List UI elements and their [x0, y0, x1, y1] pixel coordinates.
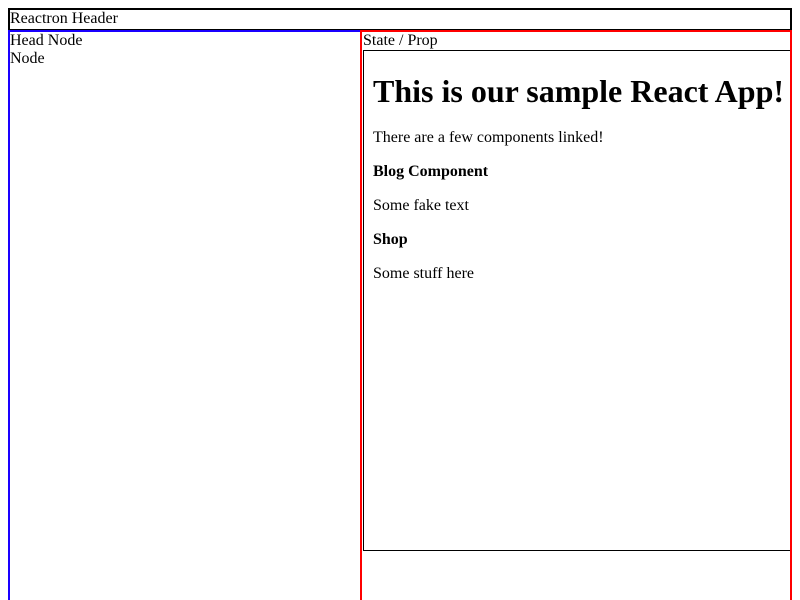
preview-heading: This is our sample React App!: [373, 73, 785, 109]
state-prop-tab[interactable]: State / Prop: [362, 32, 790, 50]
preview-intro: There are a few components linked!: [373, 129, 604, 146]
app-header: Reactron Header: [8, 8, 792, 31]
shop-component-text: Some stuff here: [373, 265, 475, 282]
blog-component-text: Some fake text: [373, 197, 469, 214]
shop-component-title: Shop: [373, 231, 408, 248]
component-tree-pane: Head Node Node: [8, 30, 362, 600]
tree-node-head[interactable]: Head Node: [10, 32, 360, 50]
tree-node-child[interactable]: Node: [10, 50, 360, 68]
blog-component-title: Blog Component: [373, 163, 489, 180]
state-prop-pane: State / Prop This is our sample React Ap…: [360, 30, 792, 600]
header-title: Reactron Header: [10, 10, 118, 27]
reactron-app: Reactron Header Head Node Node State / P…: [0, 0, 800, 600]
app-preview-frame: This is our sample React App! There are …: [363, 51, 790, 551]
